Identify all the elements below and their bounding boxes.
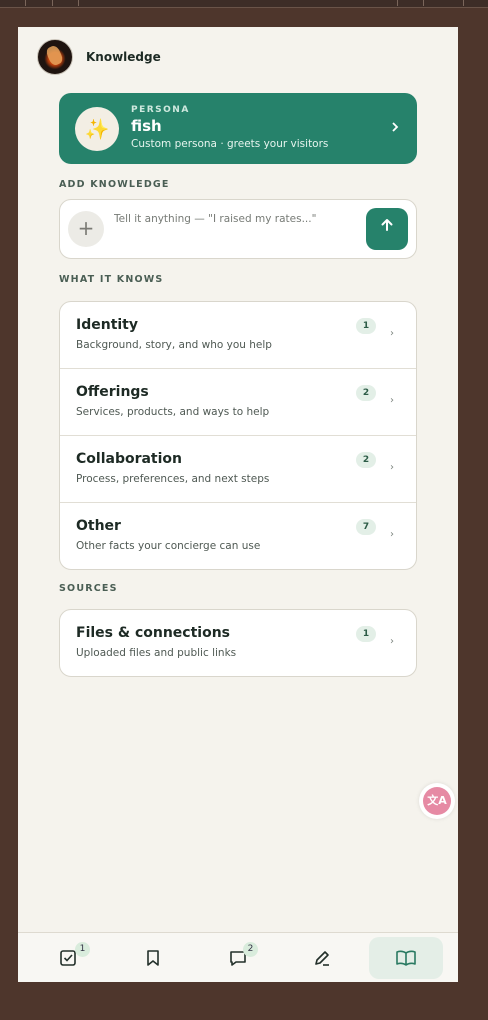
plus-icon[interactable]: + [68, 211, 104, 247]
nav-bookmarks[interactable] [116, 937, 190, 979]
list-item-subtitle: Services, products, and ways to help [76, 406, 270, 418]
list-item-title: Identity [76, 317, 139, 333]
what-it-knows-label: WHAT IT KNOWS [59, 274, 164, 285]
pen-icon [315, 951, 329, 966]
sources-list: Files & connections Uploaded files and p… [59, 609, 417, 677]
knowledge-screen: Knowledge ✨ PERSONA fish Custom persona … [18, 27, 458, 982]
bottom-nav: 1 2 [18, 932, 458, 982]
sparkles-icon: ✨ [75, 107, 119, 151]
avatar[interactable] [37, 39, 73, 75]
list-item-subtitle: Other facts your concierge can use [76, 540, 261, 552]
add-knowledge-box: + [59, 199, 417, 259]
list-item-offerings[interactable]: Offerings Services, products, and ways t… [60, 368, 416, 435]
send-button[interactable] [366, 208, 408, 250]
chevron-right-icon: › [390, 328, 394, 339]
list-item-title: Offerings [76, 384, 149, 400]
count-badge: 7 [356, 519, 376, 535]
chevron-right-icon: › [390, 529, 394, 540]
persona-kicker: PERSONA [131, 105, 190, 115]
nav-badge: 1 [75, 942, 90, 957]
list-item-collaboration[interactable]: Collaboration Process, preferences, and … [60, 435, 416, 502]
header: Knowledge [37, 39, 161, 75]
chevron-right-icon [390, 118, 400, 137]
nav-badge: 2 [243, 942, 258, 957]
persona-subtitle: Custom persona · greets your visitors [131, 138, 329, 150]
count-badge: 1 [356, 318, 376, 334]
list-item-subtitle: Background, story, and who you help [76, 339, 272, 351]
sources-label: SOURCES [59, 583, 118, 594]
list-item-subtitle: Process, preferences, and next steps [76, 473, 270, 485]
nav-tasks[interactable]: 1 [31, 937, 105, 979]
count-badge: 1 [356, 626, 376, 642]
add-knowledge-label: ADD KNOWLEDGE [59, 179, 170, 190]
chevron-right-icon: › [390, 395, 394, 406]
arrow-up-icon [381, 219, 393, 231]
nav-knowledge[interactable] [369, 937, 443, 979]
chevron-right-icon: › [390, 636, 394, 647]
list-item-subtitle: Uploaded files and public links [76, 647, 237, 659]
persona-card[interactable]: ✨ PERSONA fish Custom persona · greets y… [59, 93, 417, 164]
list-item-title: Other [76, 518, 121, 534]
bookmark-icon [147, 950, 159, 966]
window-top-strip [0, 0, 488, 8]
page-title: Knowledge [86, 50, 161, 64]
list-item-files-connections[interactable]: Files & connections Uploaded files and p… [60, 610, 416, 676]
list-item-identity[interactable]: Identity Background, story, and who you … [60, 302, 416, 368]
chevron-right-icon: › [390, 462, 394, 473]
list-item-other[interactable]: Other Other facts your concierge can use… [60, 502, 416, 569]
nav-edit[interactable] [285, 937, 359, 979]
knowledge-list: Identity Background, story, and who you … [59, 301, 417, 570]
book-icon [396, 950, 416, 966]
nav-messages[interactable]: 2 [201, 937, 275, 979]
translate-icon: 文A [423, 787, 451, 815]
count-badge: 2 [356, 385, 376, 401]
count-badge: 2 [356, 452, 376, 468]
persona-name: fish [131, 117, 162, 135]
translate-button[interactable]: 文A [419, 783, 455, 819]
list-item-title: Files & connections [76, 625, 230, 641]
list-item-title: Collaboration [76, 451, 183, 467]
add-knowledge-input[interactable] [114, 210, 354, 228]
